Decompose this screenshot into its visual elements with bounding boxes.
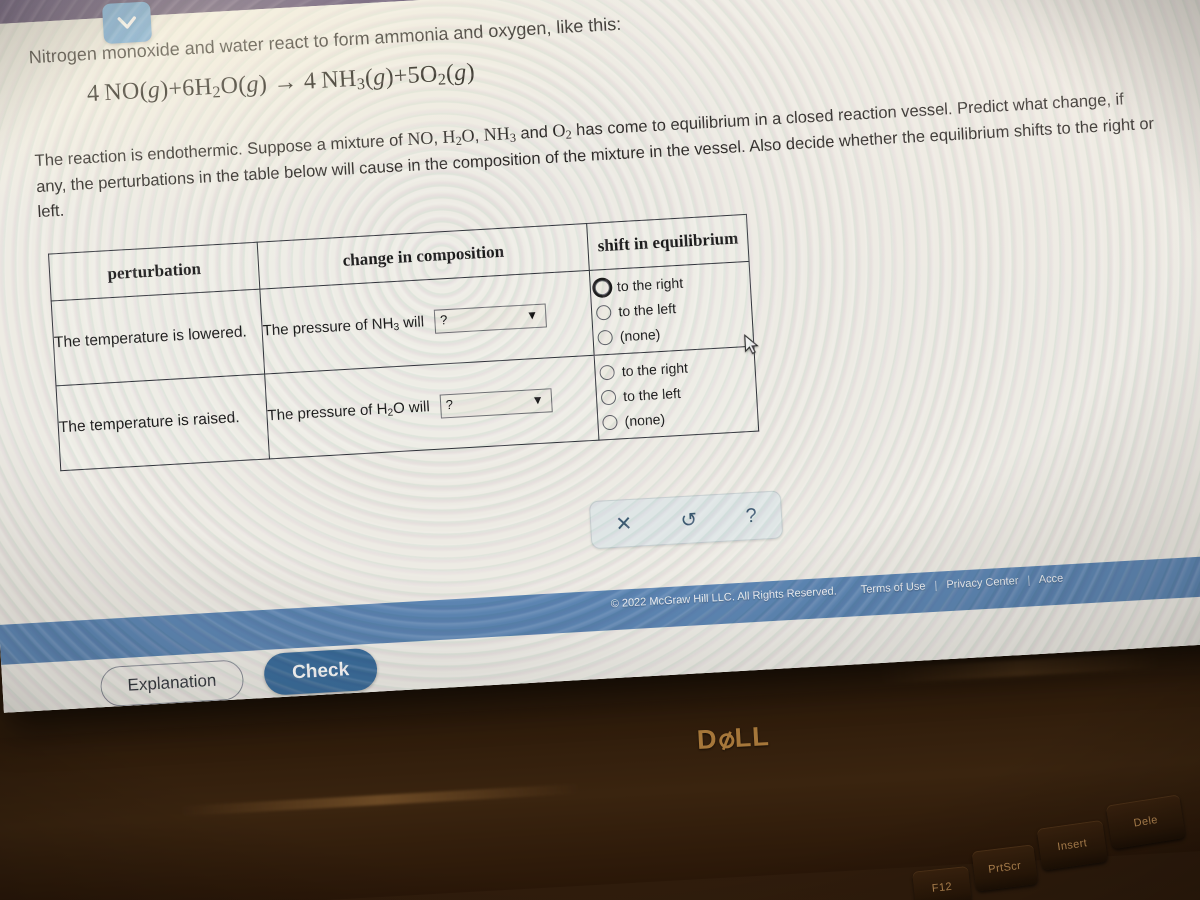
radio-circle-icon	[600, 389, 617, 405]
answer-toolbar: ✕ ↺ ?	[588, 490, 784, 550]
dell-brand-logo: D⌀LL	[696, 721, 771, 756]
row1-radio-to-the-right[interactable]: to the right	[594, 271, 750, 296]
mouse-cursor	[744, 333, 759, 355]
key-insert-label: Insert	[1056, 837, 1088, 854]
radio-circle-icon	[596, 304, 612, 321]
accessibility-link[interactable]: Acce	[1038, 573, 1063, 586]
footer-separator: |	[1027, 574, 1031, 587]
radio-circle-icon	[602, 414, 619, 430]
row2-option-label-1: to the left	[622, 384, 682, 405]
row1-radio-to-the-left[interactable]: to the left	[596, 296, 751, 321]
radio-circle-icon	[594, 279, 611, 296]
row2-shift-cell: to the right to the left (none)	[594, 346, 759, 441]
chevron-down-icon: ▼	[525, 307, 539, 323]
row1-composition-prefix: The pressure of NH	[262, 315, 394, 340]
key-f12-label: F12	[931, 880, 953, 895]
row2-radio-none[interactable]: (none)	[602, 406, 757, 431]
row2-radio-to-the-left[interactable]: to the left	[600, 381, 756, 406]
key-prtscr[interactable]: PrtScr	[971, 844, 1039, 892]
undo-reset-icon[interactable]: ↺	[680, 507, 698, 533]
row2-composition-cell: The pressure of H2O will ? ▼	[264, 355, 600, 459]
key-prtscr-label: PrtScr	[987, 859, 1022, 876]
row2-option-label-0: to the right	[621, 359, 689, 380]
row1-composition-select[interactable]: ? ▼	[433, 303, 547, 334]
laptop-screen: …result of changing… 0/5 Mar	[0, 0, 1200, 713]
row2-select-value: ?	[445, 396, 454, 413]
row1-shift-cell: to the right to the left (none)	[589, 261, 754, 356]
row1-option-label-0: to the right	[616, 274, 684, 295]
row1-composition-suffix: will	[398, 313, 425, 332]
close-x-icon[interactable]: ✕	[615, 510, 633, 536]
row2-composition-prefix: The pressure of H	[267, 400, 388, 425]
row2-perturbation-cell: The temperature is raised.	[55, 373, 270, 471]
lesson-paragraph: The reaction is endothermic. Suppose a m…	[34, 90, 1155, 222]
perturbation-table: perturbation change in composition shift…	[47, 213, 760, 472]
row1-option-label-2: (none)	[619, 326, 661, 345]
row2-composition-select[interactable]: ? ▼	[439, 388, 553, 419]
row1-radio-none[interactable]: (none)	[597, 321, 752, 346]
chevron-down-icon: ▼	[531, 392, 545, 408]
footer-separator: |	[934, 579, 938, 592]
row1-option-label-1: to the left	[617, 300, 677, 320]
radio-circle-icon	[599, 364, 616, 380]
chemical-equation: 4 NO(g)+6H2O(g) → 4 NH3(g)+5O2(g)	[86, 59, 476, 108]
lesson-content: Nitrogen monoxide and water react to for…	[0, 0, 1200, 713]
browser-page: …result of changing… 0/5 Mar	[0, 0, 1200, 713]
check-button[interactable]: Check	[263, 647, 379, 696]
key-insert[interactable]: Insert	[1036, 819, 1108, 871]
key-delete-label: Dele	[1132, 813, 1159, 830]
explanation-button[interactable]: Explanation	[99, 659, 245, 708]
key-delete[interactable]: Dele	[1105, 794, 1186, 850]
row1-perturbation-cell: The temperature is lowered.	[51, 289, 265, 386]
row2-composition-suffix: O will	[392, 398, 431, 418]
row1-select-value: ?	[439, 312, 448, 328]
footer-separator	[845, 585, 852, 597]
question-mark-icon[interactable]: ?	[745, 504, 757, 528]
key-f12[interactable]: F12	[912, 865, 972, 900]
radio-circle-icon	[597, 329, 614, 346]
row2-option-label-2: (none)	[624, 410, 666, 430]
photo-scene: D⌀LL F12 PrtScr Insert Dele …result of c…	[0, 0, 1200, 900]
row2-radio-to-the-right[interactable]: to the right	[599, 356, 754, 381]
chevron-down-icon	[117, 16, 136, 29]
